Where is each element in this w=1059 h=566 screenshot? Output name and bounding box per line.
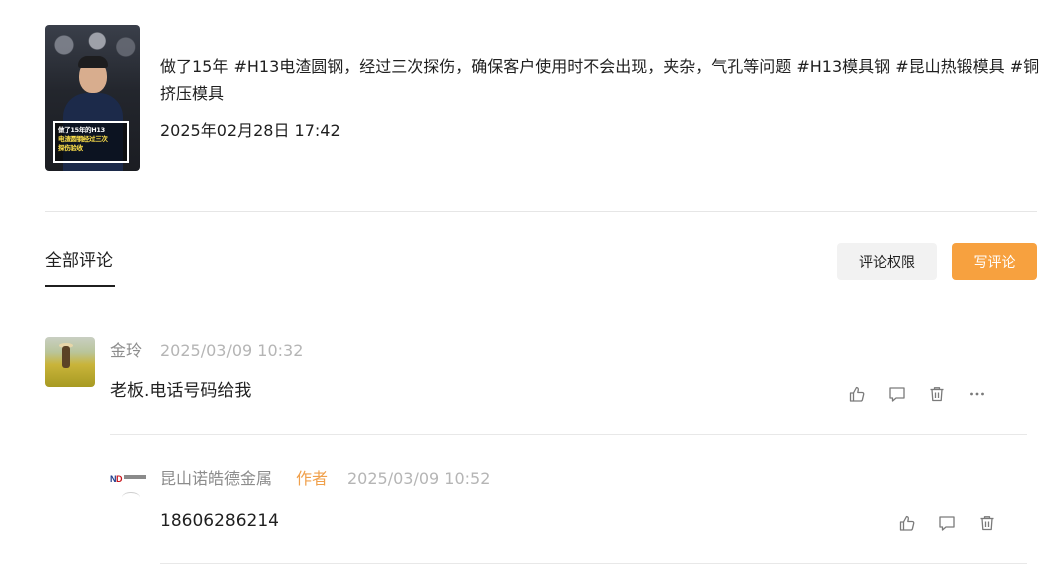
like-icon[interactable] [898, 514, 916, 532]
thumbnail-person-hair [78, 56, 108, 68]
reply-time: 2025/03/09 10:52 [347, 469, 491, 488]
reply-author[interactable]: 昆山诺皓德金属 [160, 467, 272, 491]
thumbnail-caption-line: 做了15年的H13 [58, 126, 105, 134]
avatar-figure [62, 346, 70, 368]
thumbnail-caption-line: 电渣圆钢经过三次 [58, 135, 108, 143]
reply-icon[interactable] [938, 514, 956, 532]
reply-text: 18606286214 [160, 511, 279, 531]
comment-author[interactable]: 金玲 [110, 339, 142, 363]
video-description[interactable]: 做了15年 #H13电渣圆钢，经过三次探伤，确保客户使用时不会出现，夹杂，气孔等… [160, 53, 1040, 107]
more-icon[interactable] [968, 385, 986, 403]
comment-time: 2025/03/09 10:32 [160, 341, 304, 360]
write-comment-button[interactable]: 写评论 [952, 243, 1037, 280]
brand-logo: ND [110, 474, 123, 484]
tab-all-comments[interactable]: 全部评论 [45, 249, 113, 273]
video-date: 2025年02月28日 17:42 [160, 121, 341, 140]
reply-avatar[interactable]: ND [110, 466, 148, 500]
comment-text: 老板.电话号码给我 [110, 381, 252, 401]
author-badge: 作者 [296, 469, 329, 488]
page: 做了15年的H13 电渣圆钢经过三次 探伤验收 做了15年 #H13电渣圆钢，经… [0, 0, 1059, 566]
divider [110, 434, 1027, 435]
brand-logo-mark: N [110, 474, 117, 484]
divider [160, 563, 1027, 564]
delete-icon[interactable] [978, 514, 996, 532]
reply-icon[interactable] [888, 385, 906, 403]
avatar[interactable] [45, 337, 95, 387]
comment-permission-button[interactable]: 评论权限 [837, 243, 937, 280]
thumbnail-caption-line: 探伤验收 [58, 144, 83, 152]
video-thumbnail[interactable]: 做了15年的H13 电渣圆钢经过三次 探伤验收 [45, 25, 140, 171]
tab-active-indicator [45, 285, 115, 287]
delete-icon[interactable] [928, 385, 946, 403]
thumbnail-caption: 做了15年的H13 电渣圆钢经过三次 探伤验收 [53, 121, 129, 163]
divider [45, 211, 1037, 212]
like-icon[interactable] [848, 385, 866, 403]
video-card[interactable]: 做了15年的H13 电渣圆钢经过三次 探伤验收 做了15年 #H13电渣圆钢，经… [45, 25, 1045, 175]
brand-logo-arc [122, 492, 140, 500]
brand-logo-subtext [124, 475, 146, 479]
